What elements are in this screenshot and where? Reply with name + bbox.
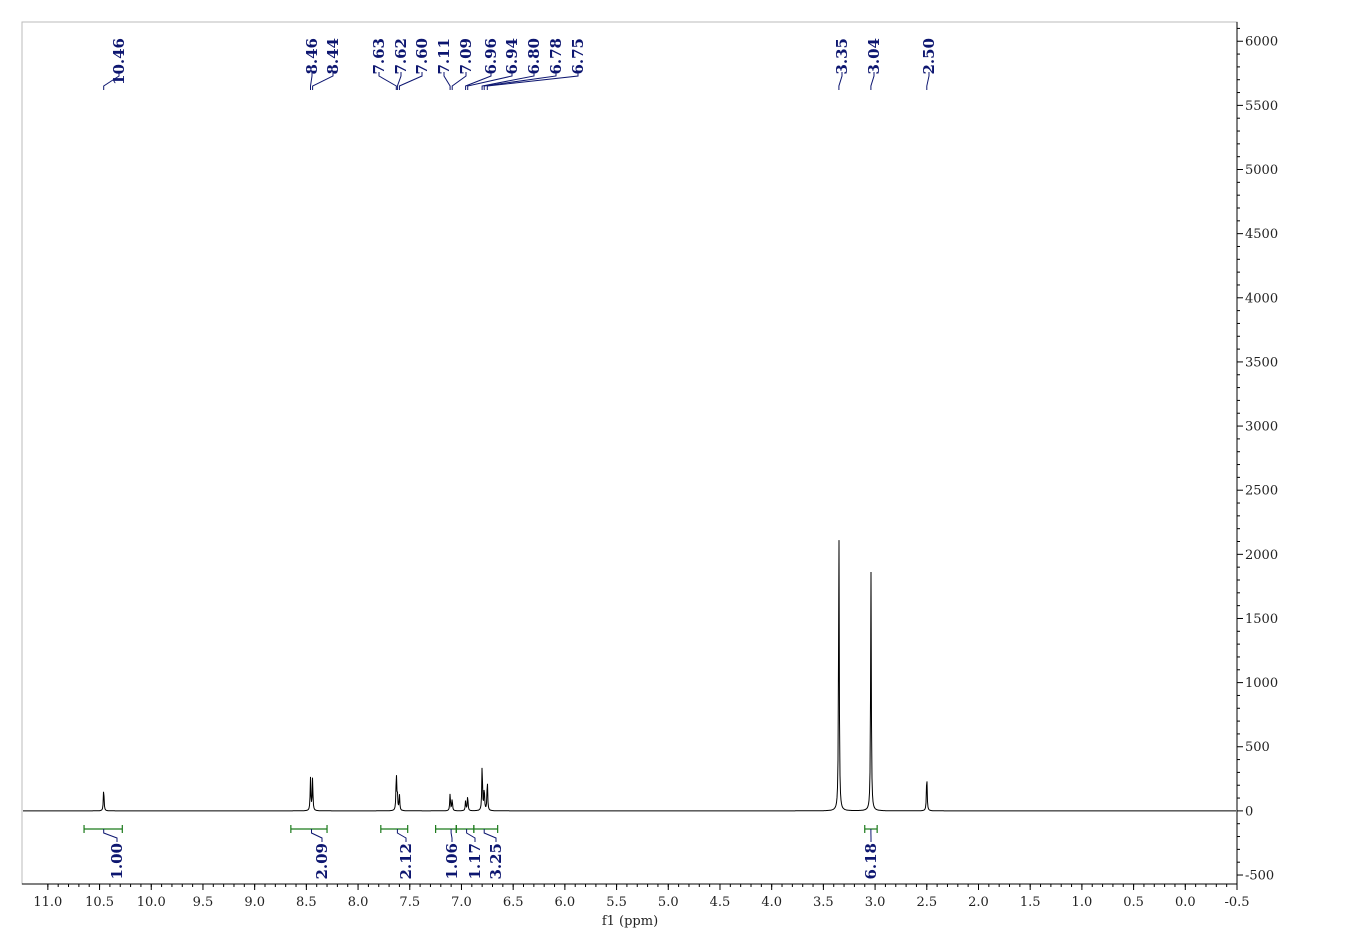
x-tick-label: 11.0 bbox=[33, 895, 62, 910]
peak-label: 3.35 bbox=[833, 38, 851, 75]
integral-label: 3.25 bbox=[487, 843, 505, 880]
integral-leader-line bbox=[103, 829, 118, 842]
peak-label: 2.50 bbox=[920, 38, 938, 75]
peak-label: 7.63 bbox=[370, 38, 388, 75]
y-tick-label: 2500 bbox=[1245, 484, 1278, 499]
integral-leader-line bbox=[450, 829, 453, 842]
peak-label: 7.09 bbox=[457, 38, 475, 75]
x-tick-label: 8.5 bbox=[296, 895, 317, 910]
y-tick-label: 500 bbox=[1245, 740, 1270, 755]
x-tick-label: 6.0 bbox=[555, 895, 576, 910]
integral-label: 1.17 bbox=[466, 843, 484, 880]
x-tick-label: 10.5 bbox=[85, 895, 114, 910]
peak-label: 6.94 bbox=[503, 38, 521, 75]
y-tick-label: 1500 bbox=[1245, 612, 1278, 627]
x-tick-label: -0.5 bbox=[1224, 895, 1249, 910]
x-tick-label: 9.0 bbox=[244, 895, 265, 910]
peak-label: 7.62 bbox=[392, 38, 410, 75]
integral-label: 2.09 bbox=[313, 843, 331, 880]
peak-label: 6.96 bbox=[482, 38, 500, 75]
x-tick-label: 1.0 bbox=[1072, 895, 1093, 910]
y-tick-label: 5500 bbox=[1245, 99, 1278, 114]
peak-label: 8.44 bbox=[324, 38, 342, 75]
peak-label: 6.80 bbox=[525, 38, 543, 75]
x-tick-label: 4.5 bbox=[710, 895, 731, 910]
x-tick-label: 0.5 bbox=[1123, 895, 1144, 910]
integral-leader-line bbox=[311, 829, 323, 842]
x-tick-label: 2.5 bbox=[916, 895, 937, 910]
x-axis: 11.0 10.5 10.0 9.5 9.0 8.5 8.0 7.5 7.0 6.5 6.0 5.5 5… bbox=[22, 883, 1250, 910]
integral-label: 1.00 bbox=[108, 843, 126, 880]
nmr-spectrum-chart: 6000550050004500400035003000250020001500… bbox=[21, 21, 1278, 929]
x-axis-title: f1 (ppm) bbox=[602, 914, 658, 929]
y-tick-label: 4000 bbox=[1245, 291, 1278, 306]
y-axis: 6000550050004500400035003000250020001500… bbox=[1236, 22, 1278, 884]
peak-label: 6.78 bbox=[547, 38, 565, 75]
spectrum-line bbox=[23, 540, 1236, 812]
x-tick-label: 10.0 bbox=[137, 895, 166, 910]
y-tick-label: 1000 bbox=[1245, 676, 1278, 691]
x-tick-label: 7.0 bbox=[451, 895, 472, 910]
x-tick-label: 6.5 bbox=[503, 895, 524, 910]
y-tick-label: 2000 bbox=[1245, 548, 1278, 563]
integral-label: 1.06 bbox=[443, 843, 461, 880]
x-tick-label: 2.0 bbox=[968, 895, 989, 910]
integrals: 1.00 2.09 2.12 1.06 1.17 3.25 6.18 bbox=[83, 825, 880, 880]
x-tick-label: 7.5 bbox=[399, 895, 420, 910]
x-tick-label: 5.5 bbox=[606, 895, 627, 910]
y-tick-label: 6000 bbox=[1245, 35, 1278, 50]
peak-label: 8.46 bbox=[303, 38, 321, 75]
peak-label: 10.46 bbox=[110, 38, 128, 85]
y-tick-label: 3500 bbox=[1245, 355, 1278, 370]
x-tick-label: 0.0 bbox=[1175, 895, 1196, 910]
peak-label: 3.04 bbox=[865, 38, 883, 75]
y-tick-label: 0 bbox=[1245, 804, 1253, 819]
x-tick-label: 3.5 bbox=[813, 895, 834, 910]
x-tick-label: 3.0 bbox=[865, 895, 886, 910]
y-tick-label: 4500 bbox=[1245, 227, 1278, 242]
peak-label: 7.11 bbox=[435, 38, 453, 75]
y-tick-label: 3000 bbox=[1245, 420, 1278, 435]
plot-frame bbox=[21, 21, 1238, 885]
x-tick-label: 1.5 bbox=[1020, 895, 1041, 910]
x-tick-label: 9.5 bbox=[193, 895, 214, 910]
y-tick-label: -500 bbox=[1245, 869, 1274, 884]
y-tick-label: 5000 bbox=[1245, 163, 1278, 178]
peak-label: 7.60 bbox=[413, 38, 431, 75]
peak-label: 6.75 bbox=[569, 38, 587, 75]
x-tick-label: 8.0 bbox=[348, 895, 369, 910]
x-tick-label: 4.0 bbox=[761, 895, 782, 910]
peak-labels: 10.46 8.46 8.44 7.63 7.62 7.60 7.11 7.09 6.96 6.9… bbox=[103, 38, 938, 90]
integral-label: 2.12 bbox=[397, 843, 415, 880]
integral-leader-line bbox=[396, 829, 407, 842]
x-tick-label: 5.0 bbox=[658, 895, 679, 910]
integral-label: 6.18 bbox=[862, 843, 880, 880]
integral-leader-line bbox=[483, 829, 497, 842]
